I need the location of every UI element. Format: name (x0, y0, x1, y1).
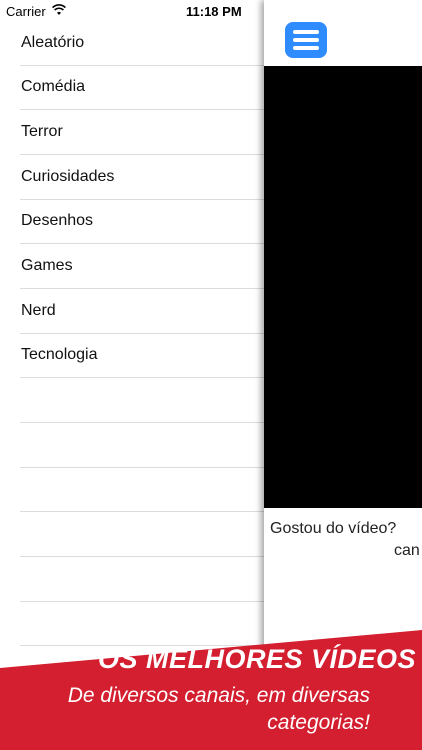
menu-item-aleatorio[interactable]: Aleatório (20, 22, 264, 66)
promo-title: OS MELHORES VÍDEOS (97, 644, 416, 674)
menu-item-games[interactable]: Games (20, 245, 264, 289)
empty-row (20, 468, 264, 512)
menu-item-tecnologia[interactable]: Tecnologia (20, 334, 264, 378)
hamburger-icon[interactable] (285, 22, 327, 58)
menu-item-nerd[interactable]: Nerd (20, 290, 264, 334)
wifi-icon (52, 4, 66, 15)
category-menu: Aleatório Comédia Terror Curiosidades De… (0, 22, 264, 750)
empty-row (20, 558, 264, 602)
empty-row (20, 513, 264, 557)
promo-subtitle: De diversos canais, em diversas categori… (67, 684, 370, 734)
menu-item-desenhos[interactable]: Desenhos (20, 200, 264, 244)
menu-item-label: Tecnologia (21, 346, 98, 363)
video-player[interactable] (264, 66, 422, 508)
caption-line-1: Gostou do vídeo? (270, 520, 397, 537)
menu-item-label: Aleatório (21, 34, 85, 51)
carrier-label: Carrier (6, 4, 46, 19)
clock: 11:18 PM (186, 4, 242, 19)
empty-row (20, 424, 264, 468)
caption-line-2: can (394, 542, 420, 559)
menu-item-label: Curiosidades (21, 168, 115, 185)
video-caption: Gostou do vídeo? can (270, 518, 422, 562)
empty-row (20, 602, 264, 646)
menu-item-curiosidades[interactable]: Curiosidades (20, 156, 264, 200)
menu-item-label: Terror (21, 123, 63, 140)
menu-item-label: Nerd (21, 302, 56, 319)
menu-item-label: Games (21, 257, 73, 274)
menu-item-comedia[interactable]: Comédia (20, 66, 264, 110)
menu-item-label: Desenhos (21, 212, 94, 229)
menu-item-label: Comédia (21, 78, 86, 95)
empty-row (20, 379, 264, 423)
menu-item-terror[interactable]: Terror (20, 111, 264, 155)
